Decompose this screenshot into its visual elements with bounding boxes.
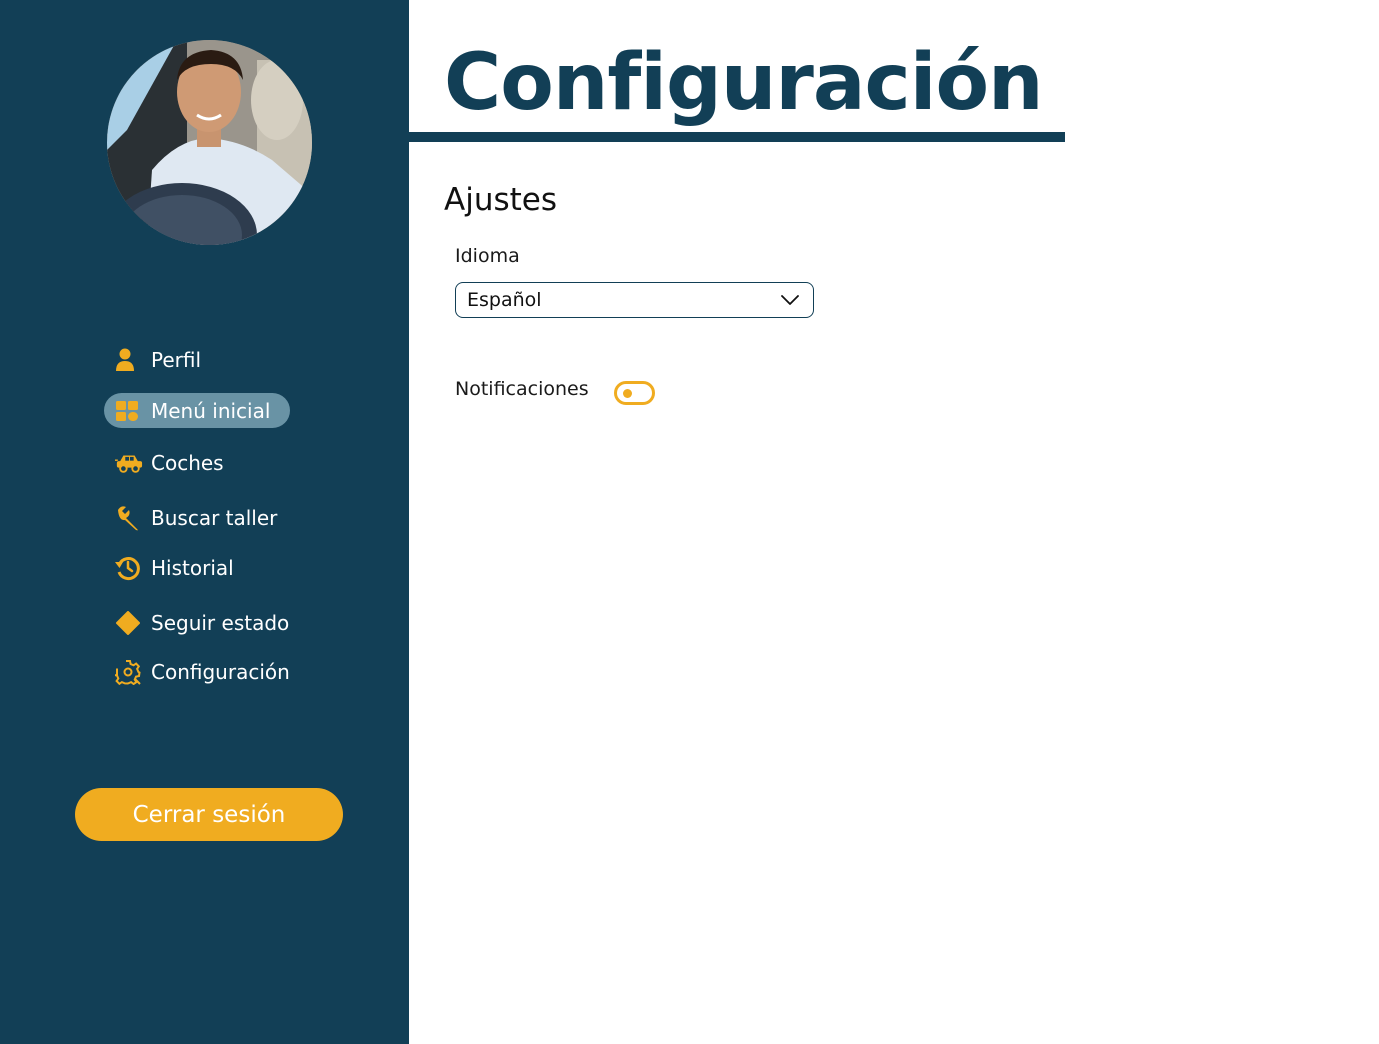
title-underline [409, 132, 1065, 142]
wrench-icon [115, 505, 143, 530]
sidebar-item-historial[interactable]: Historial [104, 550, 254, 585]
driver-photo [107, 40, 312, 245]
sidebar-item-seguir-estado[interactable]: Seguir estado [104, 605, 309, 640]
dashboard-icon [115, 399, 143, 423]
avatar[interactable] [107, 40, 312, 245]
sidebar-item-coches[interactable]: Coches [104, 445, 244, 480]
sidebar-item-label: Seguir estado [151, 610, 290, 635]
page-title: Configuración [444, 38, 1044, 128]
sidebar-item-label: Buscar taller [151, 505, 278, 530]
gear-icon [115, 659, 143, 685]
diamond-icon [115, 610, 143, 635]
car-icon [115, 451, 143, 475]
sidebar-item-label: Coches [151, 450, 224, 475]
toggle-knob [623, 389, 632, 398]
chevron-down-icon [781, 289, 799, 311]
sidebar-item-label: Menú inicial [151, 398, 271, 423]
sidebar-item-label: Configuración [151, 659, 290, 684]
notifications-toggle[interactable] [614, 381, 655, 405]
history-icon [115, 556, 143, 580]
section-title: Ajustes [444, 182, 557, 218]
user-icon [115, 348, 143, 372]
sidebar: Perfil Menú inicial Coches Buscar taller… [0, 0, 409, 1044]
sidebar-item-buscar-taller[interactable]: Buscar taller [104, 500, 297, 535]
sidebar-item-label: Perfil [151, 347, 202, 372]
language-select-value: Español [467, 289, 542, 311]
sidebar-item-perfil[interactable]: Perfil [104, 342, 221, 377]
language-select[interactable]: Español [455, 282, 814, 318]
sidebar-item-label: Historial [151, 555, 234, 580]
sidebar-item-menu-inicial[interactable]: Menú inicial [104, 393, 291, 428]
logout-button[interactable]: Cerrar sesión [75, 788, 343, 841]
language-label: Idioma [455, 245, 520, 267]
notifications-label: Notificaciones [455, 378, 589, 400]
sidebar-item-configuracion[interactable]: Configuración [104, 654, 310, 689]
